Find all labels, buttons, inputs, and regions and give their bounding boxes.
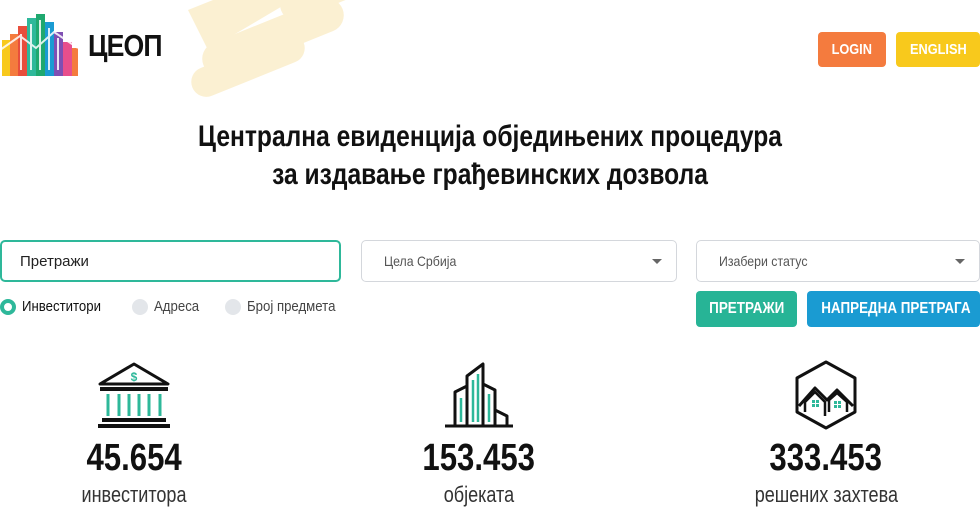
radio-address[interactable]: Адреса — [131, 298, 205, 315]
site-logo[interactable]: ЦЕОП — [0, 14, 174, 78]
stat-buildings-label: објеката — [443, 482, 515, 507]
radio-indicator[interactable] — [131, 298, 148, 315]
advanced-search-button-label: НАПРЕДНА ПРЕТРАГА — [821, 300, 971, 317]
stat-investors: $ 45.654 инвеститора — [4, 360, 264, 510]
radio-investors-label: Инвеститори — [22, 298, 101, 315]
radio-case-number-label: Број предмета — [247, 298, 336, 315]
stat-resolved-requests-label: решених захтева — [754, 482, 898, 507]
stat-investors-label: инвеститора — [81, 482, 187, 507]
advanced-search-button[interactable]: НАПРЕДНА ПРЕТРАГА — [807, 291, 980, 327]
login-button[interactable]: LOGIN — [818, 32, 886, 67]
page-title: Централна евиденција обједињених процеду… — [0, 118, 980, 194]
region-select[interactable]: Цела Србија — [361, 240, 677, 282]
stat-resolved-requests-value: 333.453 — [769, 437, 883, 479]
buildings-icon — [445, 362, 513, 428]
search-button-label: ПРЕТРАЖИ — [708, 300, 785, 317]
radio-investors[interactable]: Инвеститори — [0, 298, 112, 315]
search-button[interactable]: ПРЕТРАЖИ — [696, 291, 797, 327]
svg-text:$: $ — [131, 370, 138, 384]
page-title-line-1: Централна евиденција обједињених процеду… — [198, 120, 782, 153]
status-select-value: Изабери статус — [719, 253, 808, 269]
radio-address-label: Адреса — [153, 298, 199, 315]
radio-case-number[interactable]: Број предмета — [225, 298, 347, 315]
radio-indicator[interactable] — [225, 298, 242, 315]
search-input[interactable] — [0, 240, 341, 282]
logo-text: ЦЕОП — [88, 28, 163, 63]
stat-buildings: 153.453 објеката — [349, 360, 609, 510]
status-select[interactable]: Изабери статус — [696, 240, 980, 282]
search-type-radio-group: Инвеститори Адреса Број предмета — [0, 298, 368, 315]
stat-resolved-requests: 333.453 решених захтева — [696, 360, 956, 510]
chevron-down-icon — [652, 258, 662, 264]
radio-indicator-selected[interactable] — [0, 298, 16, 315]
language-english-button[interactable]: ENGLISH — [896, 32, 980, 67]
bank-icon: $ — [98, 362, 170, 428]
chevron-down-icon — [955, 258, 965, 264]
page-title-line-2: за издавање грађевинских дозвола — [272, 158, 708, 191]
city-logo-icon — [0, 14, 78, 76]
login-button-label: LOGIN — [831, 41, 873, 58]
stat-investors-value: 45.654 — [86, 437, 182, 479]
region-select-value: Цела Србија — [384, 253, 457, 269]
decorative-blob — [188, 0, 366, 97]
houses-icon — [795, 360, 857, 430]
stat-buildings-value: 153.453 — [422, 437, 536, 479]
language-button-label: ENGLISH — [909, 41, 967, 58]
